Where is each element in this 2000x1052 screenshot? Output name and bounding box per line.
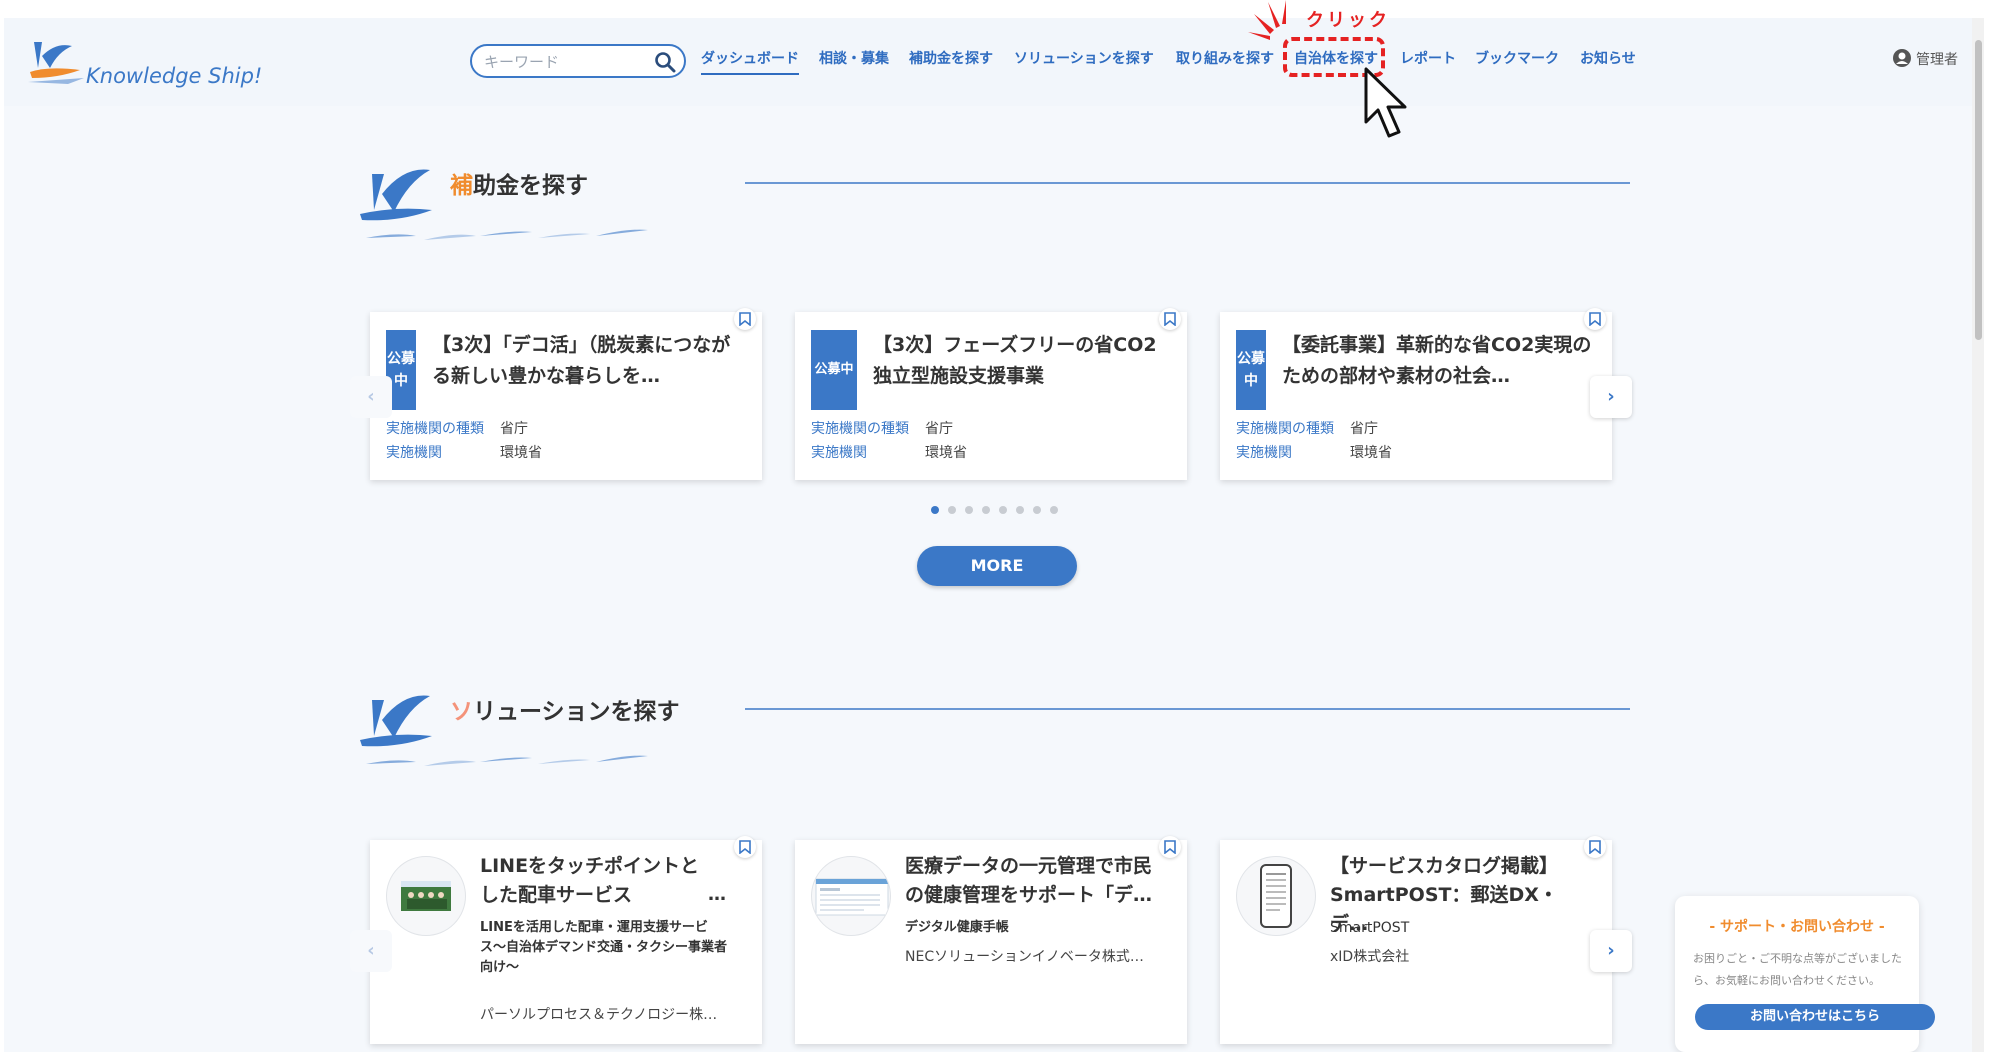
card-title[interactable]: 【3次】「デコ活」（脱炭素につながる新しい豊かな暮らしを… bbox=[432, 330, 742, 392]
bookmark-button[interactable] bbox=[1159, 836, 1181, 858]
carousel-dot[interactable] bbox=[999, 506, 1007, 514]
nav-initiatives[interactable]: 取り組みを探す bbox=[1176, 48, 1274, 68]
meta-label: 実施機関の種類 bbox=[386, 421, 484, 437]
bookmark-button[interactable] bbox=[734, 308, 756, 330]
click-annotation-label: クリック bbox=[1306, 10, 1390, 31]
bookmark-button[interactable] bbox=[1159, 308, 1181, 330]
nav-news[interactable]: お知らせ bbox=[1580, 48, 1636, 68]
bookmark-icon bbox=[739, 840, 751, 854]
support-widget: - サポート・お問い合わせ - お困りごと・ご不明な点等がございましたら、お気軽… bbox=[1675, 896, 1935, 1052]
solution-title[interactable]: LINEをタッチポイントとした配車サービス bbox=[480, 852, 715, 910]
search-input[interactable] bbox=[482, 50, 646, 74]
carousel-dot[interactable] bbox=[1016, 506, 1024, 514]
user-icon bbox=[1893, 49, 1911, 67]
solution-thumbnail bbox=[386, 856, 466, 936]
meta-label: 実施機関 bbox=[811, 445, 867, 461]
user-name: 管理者 bbox=[1916, 52, 1958, 68]
contact-button[interactable]: お問い合わせはこちら bbox=[1695, 1004, 1935, 1030]
card-title[interactable]: 【3次】フェーズフリーの省CO2独立型施設支援事業 bbox=[873, 330, 1169, 392]
carousel-dot[interactable] bbox=[982, 506, 990, 514]
section-title-solutions: ソリューションを探す bbox=[450, 692, 680, 726]
mouse-cursor-icon bbox=[1364, 67, 1407, 138]
bookmark-icon bbox=[1164, 312, 1176, 326]
section-title-first-char: 補 bbox=[450, 173, 473, 199]
solution-company: NECソリューションイノベータ株式… bbox=[905, 949, 1144, 965]
carousel-dot[interactable] bbox=[965, 506, 973, 514]
carousel-dot[interactable] bbox=[931, 506, 939, 514]
phone-thumbnail-icon bbox=[1260, 864, 1292, 928]
solution-company: xID株式会社 bbox=[1330, 949, 1410, 965]
screen-thumbnail-icon bbox=[815, 878, 889, 916]
photo-thumbnail-icon bbox=[401, 881, 451, 911]
meta-value: 環境省 bbox=[1350, 445, 1392, 461]
carousel-dot[interactable] bbox=[1050, 506, 1058, 514]
nav-reports[interactable]: レポート bbox=[1400, 48, 1456, 68]
bookmark-button[interactable] bbox=[1584, 836, 1606, 858]
logo-text: Knowledge Ship! bbox=[86, 64, 263, 88]
user-menu[interactable]: 管理者 bbox=[1892, 48, 1958, 69]
status-badge: 公募中 bbox=[1236, 330, 1266, 410]
solution-thumbnail bbox=[811, 856, 891, 936]
meta-label: 実施機関の種類 bbox=[1236, 421, 1334, 437]
search-box bbox=[470, 44, 686, 78]
title-ellipsis: … bbox=[708, 884, 726, 905]
meta-label: 実施機関 bbox=[386, 445, 442, 461]
section-title-rest: 助金を探す bbox=[473, 173, 588, 199]
solution-company: パーソルプロセス＆テクノロジー株… bbox=[480, 1007, 718, 1023]
carousel-prev-button[interactable]: ‹ bbox=[350, 376, 392, 418]
meta-value: 省庁 bbox=[925, 421, 953, 437]
solution-card[interactable]: LINEをタッチポイントとした配車サービス … LINEを活用した配車・運用支援… bbox=[370, 836, 762, 1044]
meta-value: 環境省 bbox=[500, 445, 542, 461]
nav-solutions[interactable]: ソリューションを探す bbox=[1014, 48, 1154, 68]
meta-label: 実施機関 bbox=[1236, 445, 1292, 461]
carousel-prev-button[interactable]: ‹ bbox=[350, 930, 392, 972]
section-divider bbox=[745, 708, 1630, 710]
logo[interactable]: Knowledge Ship! bbox=[28, 38, 262, 104]
section-title-subsidy: 補助金を探す bbox=[450, 166, 588, 200]
solution-card[interactable]: 医療データの一元管理で市民の健康管理をサポート「デ… デジタル健康手帳 NECソ… bbox=[795, 836, 1187, 1044]
section-title-rest: リューションを探す bbox=[473, 699, 680, 725]
logo-ship-icon bbox=[28, 42, 84, 84]
solution-subtitle: SmartPOST bbox=[1330, 920, 1410, 936]
nav-dashboard[interactable]: ダッシュボード bbox=[701, 48, 799, 75]
nav-consultation[interactable]: 相談・募集 bbox=[819, 48, 889, 68]
subsidy-card[interactable]: 公募中 【委託事業】革新的な省CO2実現のための部材や素材の社会… 実施機関の種… bbox=[1220, 308, 1612, 480]
status-badge: 公募中 bbox=[811, 330, 857, 410]
solution-card[interactable]: 【サービスカタログ掲載】SmartPOST：郵送DX・デ… SmartPOST … bbox=[1220, 836, 1612, 1044]
bookmark-button[interactable] bbox=[734, 836, 756, 858]
meta-value: 環境省 bbox=[925, 445, 967, 461]
card-title[interactable]: 【委託事業】革新的な省CO2実現のための部材や素材の社会… bbox=[1282, 330, 1594, 392]
bookmark-icon bbox=[1164, 840, 1176, 854]
more-button[interactable]: MORE bbox=[917, 546, 1077, 586]
carousel-dot[interactable] bbox=[948, 506, 956, 514]
bookmark-button[interactable] bbox=[1584, 308, 1606, 330]
scrollbar-thumb[interactable] bbox=[1975, 40, 1982, 340]
search-icon[interactable] bbox=[654, 51, 676, 73]
bookmark-icon bbox=[739, 312, 751, 326]
page: Knowledge Ship! ダッシュボード 相談・募集 補助金を探す ソリュ… bbox=[4, 18, 1984, 1052]
meta-label: 実施機関の種類 bbox=[811, 421, 909, 437]
nav-subsidy[interactable]: 補助金を探す bbox=[909, 48, 993, 68]
section-divider bbox=[745, 182, 1630, 184]
section-title-first-char: ソ bbox=[450, 699, 473, 725]
solution-thumbnail bbox=[1236, 856, 1316, 936]
nav-bookmarks[interactable]: ブックマーク bbox=[1475, 48, 1559, 68]
bookmark-icon bbox=[1589, 840, 1601, 854]
solution-subtitle: デジタル健康手帳 bbox=[905, 920, 1009, 935]
carousel-pager bbox=[931, 506, 1061, 516]
carousel-dot[interactable] bbox=[1033, 506, 1041, 514]
subsidy-card[interactable]: 公募中 【3次】「デコ活」（脱炭素につながる新しい豊かな暮らしを… 実施機関の種… bbox=[370, 308, 762, 480]
solution-subtitle: LINEを活用した配車・運用支援サービス〜自治体デマンド交通・タクシー事業者向け… bbox=[480, 920, 728, 975]
subsidy-card[interactable]: 公募中 【3次】フェーズフリーの省CO2独立型施設支援事業 実施機関の種類 省庁… bbox=[795, 308, 1187, 480]
support-text: お困りごと・ご不明な点等がございましたら、お気軽にお問い合わせください。 bbox=[1693, 952, 1902, 987]
bookmark-icon bbox=[1589, 312, 1601, 326]
meta-value: 省庁 bbox=[1350, 421, 1378, 437]
support-title: - サポート・お問い合わせ - bbox=[1709, 919, 1885, 935]
solution-title[interactable]: 医療データの一元管理で市民の健康管理をサポート「デ… bbox=[905, 852, 1155, 910]
carousel-next-button[interactable]: › bbox=[1590, 376, 1632, 418]
header: Knowledge Ship! ダッシュボード 相談・募集 補助金を探す ソリュ… bbox=[4, 18, 1984, 106]
meta-value: 省庁 bbox=[500, 421, 528, 437]
carousel-next-button[interactable]: › bbox=[1590, 930, 1632, 972]
